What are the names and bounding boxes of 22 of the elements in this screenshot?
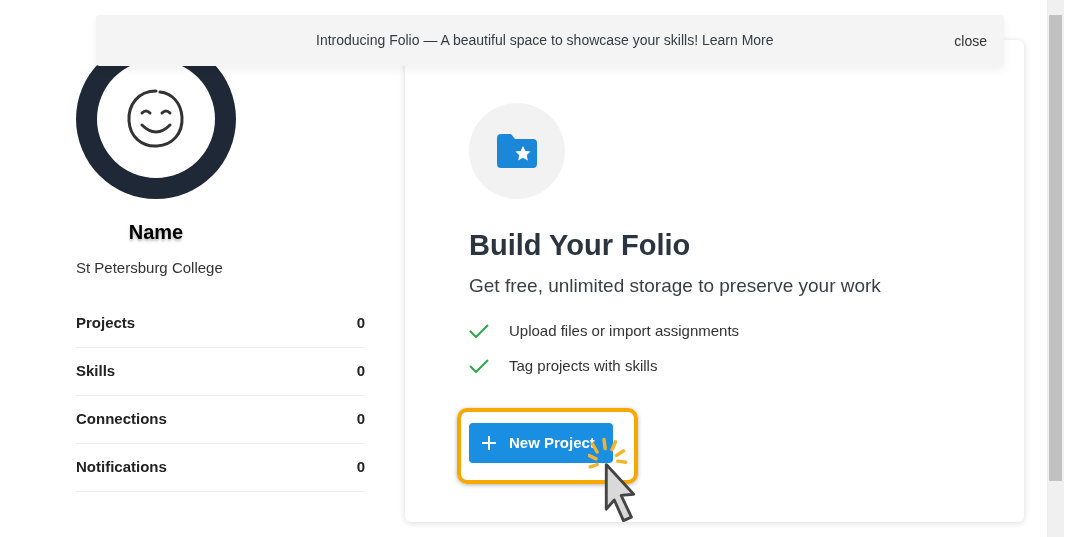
stat-count: 0 <box>356 408 365 429</box>
feature-text: Upload files or import assignments <box>509 321 740 341</box>
stat-label: Projects <box>76 312 136 333</box>
school-name: St Petersburg College <box>76 258 224 278</box>
stat-count: 0 <box>356 456 365 477</box>
stat-count: 0 <box>356 360 365 381</box>
card-title: Build Your Folio <box>469 228 692 263</box>
plus-icon <box>481 435 497 451</box>
feature-text: Tag projects with skills <box>509 355 658 376</box>
checkmark-icon <box>469 358 489 373</box>
profile-name: Name <box>127 220 185 245</box>
stat-label: Skills <box>76 360 116 381</box>
stat-label: Connections <box>76 408 167 429</box>
card-subtitle: Get free, unlimited storage to preserve your work <box>469 273 882 298</box>
star-folder-icon <box>497 134 537 168</box>
checkmark-icon <box>469 324 489 339</box>
close-button[interactable]: close <box>954 31 987 52</box>
scrollbar[interactable] <box>1047 0 1064 537</box>
stat-count: 0 <box>356 312 365 333</box>
banner-message: Introducing Folio — A beautiful space to showcase your skills! Learn More <box>316 31 774 50</box>
stat-label: Notifications <box>76 456 167 477</box>
new-project-button[interactable]: New Project <box>469 423 613 463</box>
